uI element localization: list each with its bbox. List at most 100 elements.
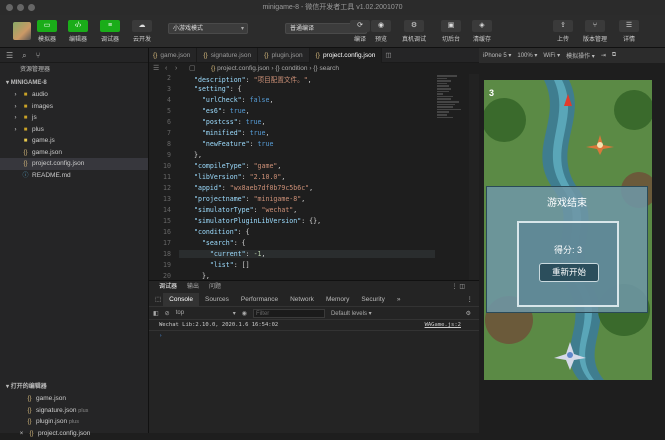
tree-file-game-js[interactable]: ■game.js <box>0 135 148 147</box>
tab-security[interactable]: Security <box>355 293 390 307</box>
tab-plugin-json[interactable]: {}plugin.json <box>258 48 309 63</box>
tab-output[interactable]: 输出 <box>187 281 199 293</box>
clear-console-icon[interactable]: ⊘ <box>165 310 170 317</box>
more-icon[interactable]: ⋮ ◫ <box>452 281 465 293</box>
line-number: 13 <box>149 195 171 203</box>
chevron-right-icon[interactable]: › <box>175 63 177 74</box>
editor-button[interactable]: ‹/›编辑器 <box>63 20 93 43</box>
sidebar-toggle-icon[interactable]: ◧ <box>153 310 159 317</box>
tab-project-config-json[interactable]: {}project.config.json <box>310 48 383 63</box>
list-icon[interactable]: ☰ <box>6 51 13 59</box>
tree-folder-js[interactable]: ›■js <box>0 112 148 124</box>
code-line: "condition": { <box>194 228 250 236</box>
code-icon: ‹/› <box>68 20 88 32</box>
open-editors-header[interactable]: ▾ 打开的编辑器 <box>0 381 149 393</box>
open-editor-item[interactable]: {}signature.json plus <box>0 405 149 417</box>
open-editor-item[interactable]: {}plugin.json plus <box>0 416 149 428</box>
search-icon[interactable]: ⌕ <box>22 51 26 59</box>
tab-signature-json[interactable]: {}signature.json <box>197 48 258 63</box>
settings-gear-icon[interactable]: ⚙ <box>466 310 471 317</box>
avatar[interactable] <box>13 22 31 40</box>
menu-icon: ☰ <box>619 20 639 32</box>
branch-icon[interactable]: ⑂ <box>36 51 41 59</box>
breadcrumb-file[interactable]: project.config.json <box>217 65 269 72</box>
editor-scrollbar[interactable] <box>469 74 479 280</box>
upload-button[interactable]: ⇪上传 <box>548 20 578 43</box>
simulate-op-select[interactable]: 模拟操作 ▾ <box>566 51 595 60</box>
cloud-button[interactable]: ☁云开发 <box>127 20 157 43</box>
tab-problems[interactable]: 问题 <box>209 281 221 293</box>
clear-cache-button[interactable]: ◈清缓存 <box>467 20 497 43</box>
open-editor-item[interactable]: {}game.json <box>0 393 149 405</box>
tab-game-json[interactable]: {}game.json <box>149 48 197 63</box>
code-line: "description": "项目配置文件。", <box>194 74 312 84</box>
tree-folder-audio[interactable]: ›■audio <box>0 89 148 101</box>
realdevice-button[interactable]: ⚙真机调试 <box>396 20 432 43</box>
tree-folder-images[interactable]: ›■images <box>0 101 148 113</box>
tree-folder-plus[interactable]: ›■plus <box>0 124 148 136</box>
line-number: 12 <box>149 184 171 192</box>
mode-select[interactable]: 小游戏模式▾ <box>168 23 248 34</box>
zoom-select[interactable]: 100% ▾ <box>517 52 537 59</box>
debug-icon: ≡ <box>100 20 120 32</box>
window-controls[interactable] <box>6 4 35 11</box>
filter-input[interactable]: Filter <box>253 309 325 318</box>
game-simulator[interactable]: 3 游戏结束 得分: 3 重新开始 <box>484 80 652 380</box>
info-file-icon: ⓘ <box>22 171 29 183</box>
tab-memory[interactable]: Memory <box>320 293 355 307</box>
network-select[interactable]: WiFi ▾ <box>543 52 560 59</box>
details-button[interactable]: ☰详情 <box>614 20 644 43</box>
debugger-button[interactable]: ≡调试器 <box>95 20 125 43</box>
device-select[interactable]: iPhone 5 ▾ <box>483 52 511 59</box>
levels-select[interactable]: Default levels ▾ <box>331 310 372 317</box>
console-prompt[interactable]: › <box>149 331 479 342</box>
restart-button[interactable]: 重新开始 <box>539 263 599 282</box>
chevron-down-icon: ▾ <box>241 24 244 34</box>
menu-icon[interactable]: ☰ <box>153 63 159 74</box>
simulator-button[interactable]: ▭模拟器 <box>32 20 62 43</box>
split-editor-icon[interactable]: ◫ <box>382 48 394 63</box>
code-line: "postcss": true, <box>194 118 266 126</box>
code-line: "simulatorType": "wechat", <box>194 206 297 214</box>
code-line: "appid": "wx8aeb7df0b79c5b6c", <box>194 184 313 192</box>
tree-file-project-config[interactable]: {}project.config.json <box>0 158 148 170</box>
tab-console[interactable]: Console <box>163 293 199 307</box>
breadcrumb: ☰ ‹ › ▢ {} project.config.json › {} cond… <box>149 63 479 74</box>
close-icon[interactable]: × <box>18 429 25 440</box>
phone-icon: ▭ <box>37 20 57 32</box>
tree-file-readme[interactable]: ⓘREADME.md <box>0 170 148 182</box>
chevron-left-icon[interactable]: ‹ <box>165 63 167 74</box>
collapse-icon[interactable]: ⇥ <box>601 52 606 59</box>
tree-file-game-json[interactable]: {}game.json <box>0 147 148 159</box>
breadcrumb-search[interactable]: search <box>319 65 339 72</box>
context-select[interactable]: top▾ <box>176 310 236 317</box>
line-number: 15 <box>149 217 171 225</box>
eye-icon[interactable]: ◉ <box>242 310 247 317</box>
minimap[interactable] <box>437 74 465 134</box>
code-line: "compileType": "game", <box>194 162 281 170</box>
code-area[interactable]: 2 "description": "项目配置文件。", 3 "setting":… <box>149 74 479 280</box>
minimize-icon[interactable] <box>17 4 24 11</box>
line-number: 20 <box>149 272 171 280</box>
json-file-icon: {} <box>153 52 157 59</box>
version-button[interactable]: ⑂版本管理 <box>582 20 608 43</box>
inspect-icon[interactable]: ⬚ <box>153 293 163 307</box>
maximize-icon[interactable] <box>28 4 35 11</box>
tab-performance[interactable]: Performance <box>235 293 284 307</box>
devtools-tabs: ⬚ Console Sources Performance Network Me… <box>149 293 479 307</box>
preview-button[interactable]: ◉预览 <box>366 20 396 43</box>
tab-sources[interactable]: Sources <box>199 293 235 307</box>
popout-icon[interactable]: ⧉ <box>612 52 616 59</box>
breadcrumb-condition[interactable]: condition <box>281 65 307 72</box>
close-icon[interactable] <box>6 4 13 11</box>
project-header[interactable]: ▾ MINIGAME-8 <box>0 77 148 89</box>
open-editor-item-active[interactable]: ×{}project.config.json <box>0 428 149 440</box>
kebab-icon[interactable]: ⋮ <box>461 293 480 307</box>
code-line: "minified": true, <box>194 129 269 137</box>
tab-network[interactable]: Network <box>284 293 320 307</box>
breadcrumb-sep: › {} <box>271 65 281 72</box>
background-button[interactable]: ▣切后台 <box>436 20 466 43</box>
tab-debugger[interactable]: 调试器 <box>159 281 177 293</box>
log-source-link[interactable]: WAGame.js:2 <box>425 320 461 331</box>
more-tabs-icon[interactable]: » <box>391 293 407 307</box>
